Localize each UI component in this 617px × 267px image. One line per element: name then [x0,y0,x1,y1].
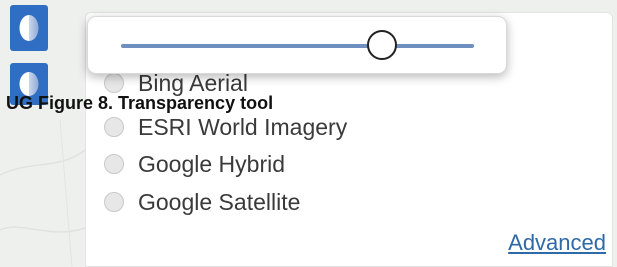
half-circle-icon [19,15,39,41]
basemap-label: Google Hybrid [138,150,286,177]
transparency-button[interactable] [10,5,48,51]
radio-button[interactable] [104,73,124,93]
slider-thumb[interactable] [367,30,398,60]
advanced-link[interactable]: Advanced [508,230,606,256]
slider-track[interactable] [121,44,474,48]
figure-caption: UG Figure 8. Transparency tool [6,93,274,113]
basemap-option-google-hybrid[interactable]: Google Hybrid [104,148,285,180]
basemap-option-esri-world-imagery[interactable]: ESRI World Imagery [104,111,347,143]
basemap-label: Google Satellite [138,188,301,215]
radio-button[interactable] [104,192,124,212]
basemap-label: ESRI World Imagery [138,113,348,140]
radio-button[interactable] [104,154,124,174]
basemap-option-google-satellite[interactable]: Google Satellite [104,186,300,218]
map-toolbar [0,0,70,267]
transparency-slider-popup [87,16,507,74]
radio-button[interactable] [104,117,124,137]
